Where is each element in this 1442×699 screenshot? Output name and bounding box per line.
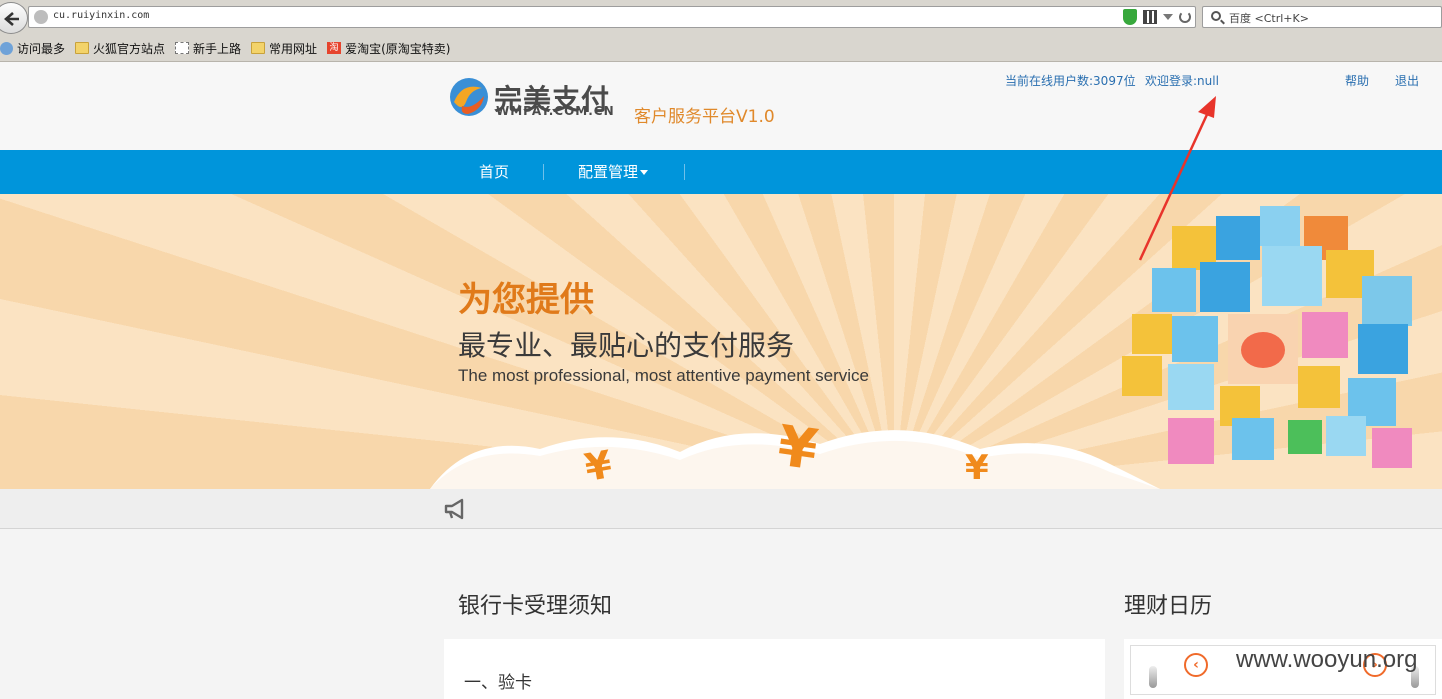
search-icon	[1211, 11, 1221, 21]
nav-home[interactable]: 首页	[479, 150, 509, 194]
banner-subtitle: 最专业、最贴心的支付服务	[458, 329, 795, 362]
page-icon	[175, 42, 190, 54]
taobao-icon: 淘	[327, 42, 342, 54]
prev-month-icon[interactable]: ‹	[1184, 653, 1208, 677]
banner-title: 为您提供	[458, 280, 594, 320]
site-identity-icon[interactable]	[34, 10, 48, 24]
globe-icon	[0, 41, 13, 55]
dropdown-arrow-icon[interactable]	[1163, 14, 1173, 20]
finance-calendar-title: 理财日历	[1124, 594, 1213, 619]
notice-bar	[0, 489, 1442, 529]
search-placeholder: 百度 <Ctrl+K>	[1229, 12, 1309, 25]
bookmark-common-sites[interactable]: 常用网址	[251, 40, 317, 57]
address-bar[interactable]: cu.ruiyinxin.com	[28, 6, 1196, 28]
main-nav: 首页 配置管理	[0, 150, 1442, 194]
folder-icon	[251, 42, 266, 54]
calendar-ring	[1149, 666, 1157, 688]
banner-subtitle-english: The most professional, most attentive pa…	[458, 366, 870, 385]
nav-divider	[684, 164, 685, 180]
notice-item: 一、验卡	[464, 673, 532, 693]
folder-icon	[75, 42, 90, 54]
online-users-count: 当前在线用户数:3097位	[1005, 74, 1136, 88]
bookmarks-bar: 访问最多 火狐官方站点 新手上路 常用网址 淘爱淘宝(原淘宝特卖)	[0, 38, 460, 58]
bookmark-getting-started[interactable]: 新手上路	[175, 40, 241, 57]
shield-icon[interactable]	[1123, 9, 1137, 25]
watermark: www.wooyun.org	[1236, 646, 1418, 673]
back-button[interactable]	[0, 2, 28, 34]
bank-card-notice-title: 银行卡受理须知	[458, 594, 613, 619]
bookmark-most-visited[interactable]: 访问最多	[0, 40, 65, 57]
nav-config-management[interactable]: 配置管理	[578, 150, 649, 194]
notice-card	[444, 639, 1105, 699]
service-cubes-illustration	[1122, 206, 1412, 468]
browser-toolbar: cu.ruiyinxin.com 百度 <Ctrl+K> 访问最多 火狐官方站点…	[0, 0, 1442, 62]
reload-icon[interactable]	[1179, 11, 1191, 23]
logout-link[interactable]: 退出	[1395, 72, 1419, 89]
platform-title: 客户服务平台V1.0	[634, 107, 775, 127]
caret-down-icon	[640, 170, 649, 175]
qr-code-icon[interactable]	[1143, 10, 1157, 24]
help-link[interactable]: 帮助	[1345, 72, 1369, 89]
arrow-left-icon	[4, 12, 19, 26]
welcome-user: 欢迎登录:null	[1145, 74, 1219, 88]
search-bar[interactable]: 百度 <Ctrl+K>	[1202, 6, 1442, 28]
bookmark-taobao[interactable]: 淘爱淘宝(原淘宝特卖)	[327, 40, 450, 57]
bookmark-firefox-site[interactable]: 火狐官方站点	[75, 40, 165, 57]
url-text: cu.ruiyinxin.com	[53, 10, 150, 21]
yuan-symbol: ¥	[965, 448, 989, 488]
logo-icon[interactable]	[448, 76, 490, 118]
megaphone-icon	[444, 498, 464, 520]
nav-divider	[543, 164, 544, 180]
logo-domain: WMPAY.COM.CN	[496, 104, 615, 118]
